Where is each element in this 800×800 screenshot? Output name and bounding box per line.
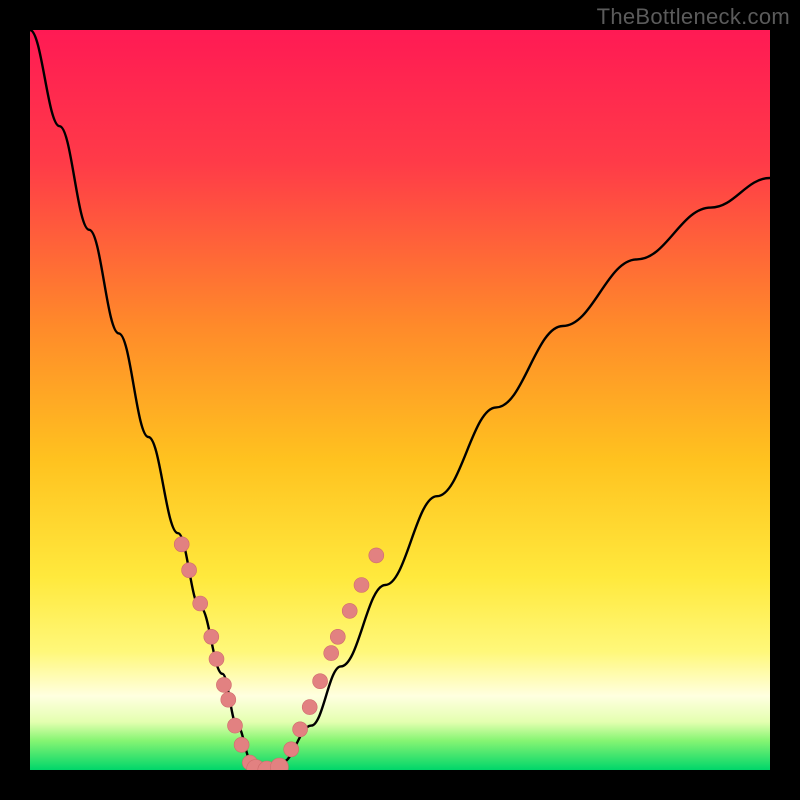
watermark: TheBottleneck.com xyxy=(597,4,790,30)
data-points xyxy=(30,30,770,770)
data-point xyxy=(221,692,236,707)
data-point xyxy=(302,700,317,715)
data-point xyxy=(234,737,249,752)
chart-frame xyxy=(30,30,770,770)
data-point xyxy=(284,742,299,757)
data-point xyxy=(313,674,328,689)
data-point xyxy=(369,548,384,563)
data-point xyxy=(330,629,345,644)
data-point xyxy=(204,629,219,644)
data-point xyxy=(228,718,243,733)
data-point xyxy=(216,677,231,692)
data-point xyxy=(354,578,369,593)
data-point xyxy=(174,537,189,552)
data-point xyxy=(193,596,208,611)
data-point xyxy=(209,652,224,667)
data-point xyxy=(293,722,308,737)
data-point xyxy=(324,646,339,661)
data-point xyxy=(270,758,288,770)
data-point xyxy=(342,603,357,618)
data-point xyxy=(182,563,197,578)
